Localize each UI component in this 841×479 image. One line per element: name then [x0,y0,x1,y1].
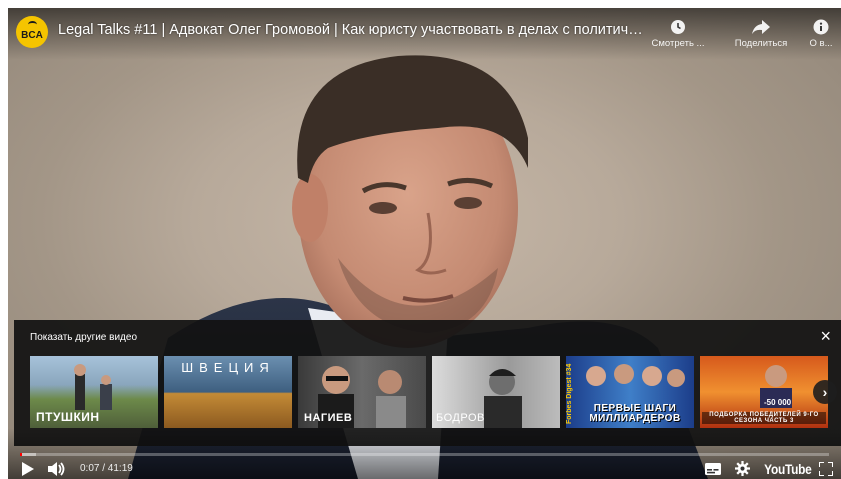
video-thumbnail[interactable]: БОДРОВ [432,356,560,428]
bird-icon [28,21,37,28]
fullscreen-icon [819,461,833,476]
more-videos-list: ПТУШКИН ШВЕЦИЯ НАГИЕВ БОДРОВ Forbes Dige… [30,356,841,428]
time-display: 0:07 / 41:19 [80,463,133,474]
close-icon[interactable]: × [820,326,831,346]
more-videos-title: Показать другие видео [30,332,138,343]
chevron-right-icon[interactable]: › [813,380,837,404]
thumbnail-caption: ПОДБОРКА ПОБЕДИТЕЛЕЙ 9-ГО СЕЗОНА ЧАСТЬ 3 [702,412,826,424]
progress-bar[interactable] [20,453,829,456]
play-icon [22,461,34,476]
watch-later-label: Смотреть ... [651,38,705,49]
thumbnail-caption: БОДРОВ [436,412,485,424]
top-bar: BCA Legal Talks #11 | Адвокат Олег Громо… [8,8,841,60]
info-button[interactable]: О в... [804,16,838,49]
thumbnail-caption: ПЕРВЫЕ ШАГИ МИЛЛИАРДЕРОВ [589,403,681,424]
info-icon [804,16,838,38]
settings-button[interactable] [735,458,750,479]
progress-played [20,453,23,456]
channel-logo[interactable]: BCA [16,16,48,48]
thumbnail-badge: -50 000 [764,398,792,407]
fullscreen-button[interactable] [819,458,833,479]
video-thumbnail[interactable]: ШВЕЦИЯ [164,356,292,428]
video-thumbnail[interactable]: Forbes Digest #34 ПЕРВЫЕ ШАГИ МИЛЛИАРДЕР… [566,356,694,428]
info-label: О в... [809,38,833,49]
share-button[interactable]: Поделиться [726,16,796,49]
progress-loaded [20,453,37,456]
video-player[interactable]: BCA Legal Talks #11 | Адвокат Олег Громо… [8,8,841,479]
video-title[interactable]: Legal Talks #11 | Адвокат Олег Громовой … [58,22,648,42]
play-button[interactable] [22,458,34,479]
control-bar: 0:07 / 41:19 YouTube [8,458,841,479]
gear-icon [735,461,750,476]
clock-icon [648,16,708,38]
youtube-logo[interactable]: YouTube [764,458,812,479]
video-thumbnail[interactable]: ПТУШКИН [30,356,158,428]
thumbnail-caption: НАГИЕВ [304,412,353,424]
thumbnail-side-text: Forbes Digest #34 [566,363,573,424]
thumbnail-caption: ПТУШКИН [36,410,100,424]
share-icon [726,16,796,38]
watch-later-button[interactable]: Смотреть ... [648,16,708,49]
thumbnail-caption: ШВЕЦИЯ [181,360,275,375]
volume-icon [48,461,65,476]
volume-button[interactable] [48,458,66,479]
video-thumbnail[interactable]: -50 000 ПОДБОРКА ПОБЕДИТЕЛЕЙ 9-ГО СЕЗОНА… [700,356,828,428]
video-thumbnail[interactable]: НАГИЕВ [298,356,426,428]
share-label: Поделиться [734,38,788,49]
subtitles-button[interactable] [705,458,721,479]
channel-logo-text: BCA [21,29,43,41]
subtitles-icon [705,462,721,475]
